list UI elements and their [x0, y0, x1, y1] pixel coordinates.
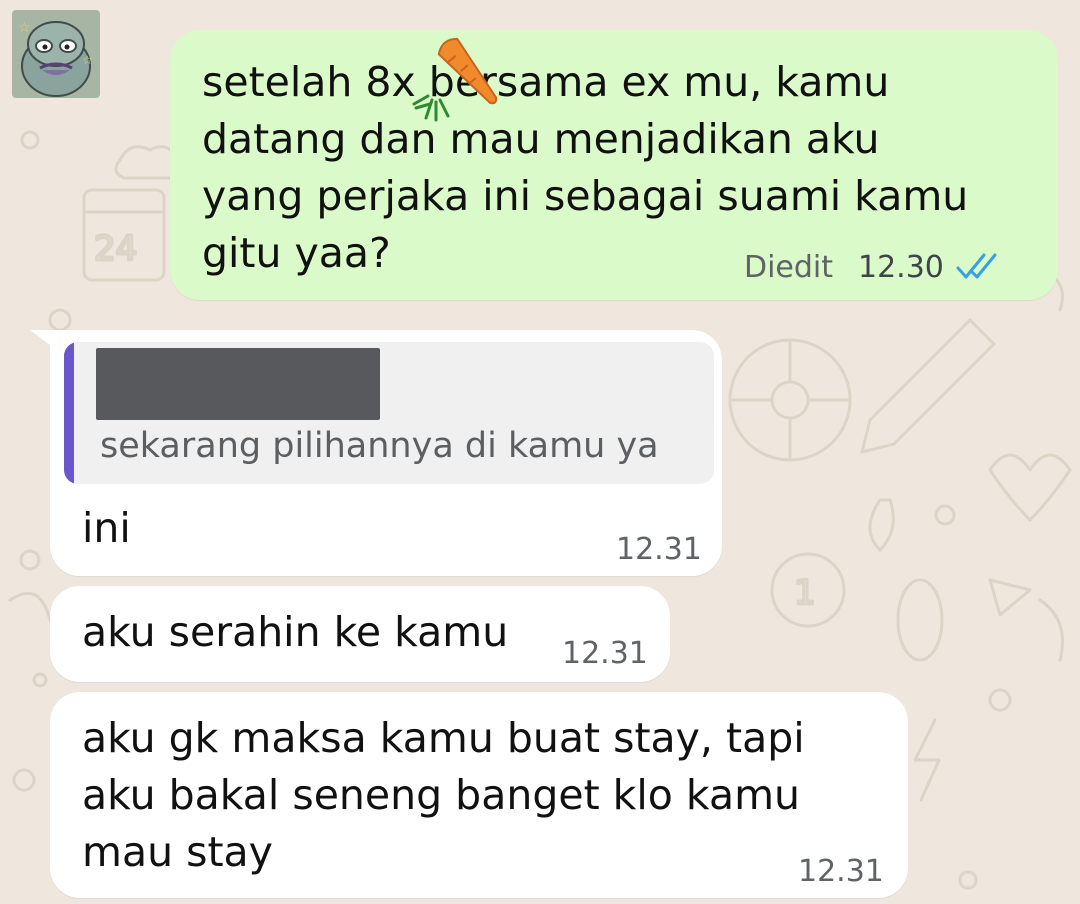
svg-text:1: 1: [794, 573, 816, 613]
carrot-icon: [412, 37, 498, 122]
double-check-read-icon: [956, 253, 997, 279]
quoted-message[interactable]: sekarang pilihannya di kamu ya: [64, 342, 714, 484]
frog-sticker-icon: ☆ ☆: [12, 10, 100, 98]
svg-text:24: 24: [94, 229, 137, 269]
quote-accent-bar: [64, 342, 74, 484]
message-time: 12.31: [616, 532, 702, 567]
message-text: aku serahin ke kamu: [82, 608, 509, 656]
message-time: 12.31: [798, 854, 884, 889]
message-text: aku gk maksa kamu buat stay, tapi aku ba…: [82, 714, 805, 876]
edited-label: Diedit: [744, 250, 834, 285]
quoted-text: sekarang pilihannya di kamu ya: [100, 426, 659, 466]
svg-text:☆: ☆: [82, 53, 93, 67]
redacted-author-name: [96, 348, 380, 420]
message-time: 12.30: [858, 250, 944, 285]
outgoing-message-bubble[interactable]: setelah 8x bersama ex mu, kamu datang da…: [170, 30, 1058, 300]
incoming-message-bubble[interactable]: aku gk maksa kamu buat stay, tapi aku ba…: [50, 692, 908, 898]
message-text: ini: [82, 504, 131, 552]
message-text: setelah 8x bersama ex mu, kamu datang da…: [202, 58, 969, 277]
contact-avatar[interactable]: ☆ ☆: [12, 10, 100, 98]
message-time: 12.31: [562, 636, 648, 671]
incoming-message-bubble-with-quote[interactable]: sekarang pilihannya di kamu ya ini 12.31: [50, 330, 722, 576]
svg-text:☆: ☆: [18, 20, 31, 36]
incoming-message-bubble[interactable]: aku serahin ke kamu 12.31: [50, 586, 670, 682]
